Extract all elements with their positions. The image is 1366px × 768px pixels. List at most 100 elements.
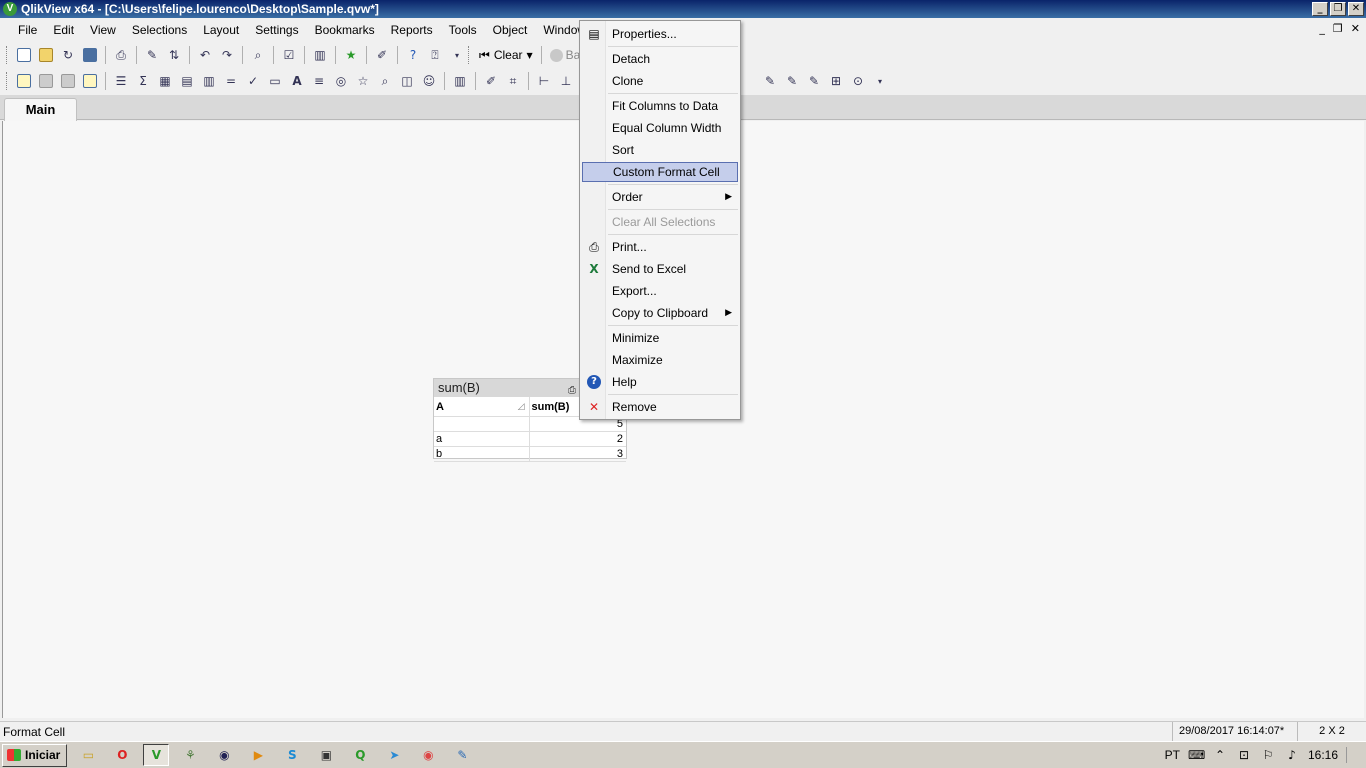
menu-reports[interactable]: Reports: [383, 19, 441, 42]
skype-taskbar-icon[interactable]: S: [279, 744, 305, 766]
sheet-properties-icon[interactable]: [80, 71, 100, 91]
document-properties-icon[interactable]: ✎: [760, 71, 780, 91]
bookmark-star-icon[interactable]: ★: [341, 45, 361, 65]
redo-icon[interactable]: ↷: [217, 45, 237, 65]
menu-selections[interactable]: Selections: [124, 19, 195, 42]
action-center-flag-icon[interactable]: ⚐: [1260, 747, 1276, 763]
taskbar-clock[interactable]: 16:16: [1308, 748, 1338, 762]
column-header-a[interactable]: A ◿: [434, 397, 530, 416]
opera-taskbar-icon[interactable]: O: [109, 744, 135, 766]
menu-item-remove[interactable]: ✕ Remove: [582, 397, 738, 417]
sheet-props-icon[interactable]: ✎: [782, 71, 802, 91]
menu-layout[interactable]: Layout: [195, 19, 247, 42]
menu-item-equal-width[interactable]: Equal Column Width: [582, 118, 738, 138]
toolbar-overflow-icon[interactable]: ▾: [447, 45, 467, 65]
table-cell[interactable]: a: [434, 432, 530, 446]
container-icon[interactable]: ◫: [397, 71, 417, 91]
menu-item-send-to-excel[interactable]: X Send to Excel: [582, 259, 738, 279]
design-mode-icon[interactable]: ✐: [372, 45, 392, 65]
slider-icon[interactable]: ◎: [331, 71, 351, 91]
menu-item-help[interactable]: ? Help: [582, 372, 738, 392]
clear-button[interactable]: ⏮ Clear ▼: [475, 48, 537, 63]
menu-view[interactable]: View: [82, 19, 124, 42]
custom-object-icon[interactable]: ☺: [419, 71, 439, 91]
toolbar-overflow-icon-2[interactable]: ▾: [870, 71, 890, 91]
chart-icon[interactable]: ▥: [199, 71, 219, 91]
show-desktop-icon[interactable]: [1346, 747, 1362, 763]
qlik-sense-taskbar-icon[interactable]: Q: [347, 744, 373, 766]
toolbar-grip[interactable]: [6, 46, 9, 64]
align-center-icon[interactable]: ⊥: [556, 71, 576, 91]
explorer-taskbar-icon[interactable]: ▭: [75, 744, 101, 766]
undo-icon[interactable]: ↶: [195, 45, 215, 65]
mdi-close-icon[interactable]: ✕: [1351, 22, 1360, 35]
menu-item-copy-to-clipboard[interactable]: Copy to Clipboard ▶: [582, 303, 738, 323]
statistics-box-icon[interactable]: Σ: [133, 71, 153, 91]
menu-item-print[interactable]: ⎙ Print...: [582, 237, 738, 257]
edit-module-icon[interactable]: ✎: [804, 71, 824, 91]
menu-item-export[interactable]: Export...: [582, 281, 738, 301]
show-hidden-icons-icon[interactable]: ⌃: [1212, 747, 1228, 763]
table-viewer-icon[interactable]: ⊞: [826, 71, 846, 91]
demote-sheet-icon[interactable]: [58, 71, 78, 91]
menu-item-order[interactable]: Order ▶: [582, 187, 738, 207]
mdi-restore-icon[interactable]: ❐: [1333, 22, 1343, 35]
tab-main[interactable]: Main: [4, 98, 77, 121]
promote-sheet-icon[interactable]: [36, 71, 56, 91]
line-arrow-icon[interactable]: ≡: [309, 71, 329, 91]
table-cell[interactable]: b: [434, 447, 530, 461]
toolbar-grip-2[interactable]: [468, 46, 471, 64]
media-player-taskbar-icon[interactable]: ▶: [245, 744, 271, 766]
format-painter-icon[interactable]: ✐: [481, 71, 501, 91]
network-icon[interactable]: ⊡: [1236, 747, 1252, 763]
mdi-minimize-icon[interactable]: _: [1319, 22, 1325, 35]
terminal-taskbar-icon[interactable]: ▣: [313, 744, 339, 766]
menu-tools[interactable]: Tools: [441, 19, 485, 42]
input-box-icon[interactable]: =: [221, 71, 241, 91]
menu-item-maximize[interactable]: Maximize: [582, 350, 738, 370]
reload-icon[interactable]: ↻: [58, 45, 78, 65]
menu-file[interactable]: File: [10, 19, 45, 42]
align-left-icon[interactable]: ⊢: [534, 71, 554, 91]
table-box-icon[interactable]: ▦: [155, 71, 175, 91]
save-icon[interactable]: [80, 45, 100, 65]
menu-edit[interactable]: Edit: [45, 19, 82, 42]
bookmark-object-icon[interactable]: ☆: [353, 71, 373, 91]
menu-item-custom-format-cell[interactable]: Custom Format Cell: [582, 162, 738, 182]
start-button[interactable]: Iniciar: [2, 743, 68, 767]
server-objects-icon[interactable]: ▥: [450, 71, 470, 91]
new-chart-icon[interactable]: ▥: [310, 45, 330, 65]
search-icon[interactable]: ⌕: [248, 45, 268, 65]
table-cell[interactable]: 3: [530, 447, 627, 461]
menu-bookmarks[interactable]: Bookmarks: [307, 19, 383, 42]
table-cell[interactable]: 2: [530, 432, 627, 446]
keepass-taskbar-icon[interactable]: ◉: [211, 744, 237, 766]
new-document-icon[interactable]: [14, 45, 34, 65]
button-object-icon[interactable]: ▭: [265, 71, 285, 91]
chrome-taskbar-icon[interactable]: ◉: [415, 744, 441, 766]
qlikview-app-icon[interactable]: V: [3, 2, 17, 16]
menu-item-clone[interactable]: Clone: [582, 71, 738, 91]
network-taskbar-icon[interactable]: ⚘: [177, 744, 203, 766]
telegram-taskbar-icon[interactable]: ➤: [381, 744, 407, 766]
listbox-icon[interactable]: ☰: [111, 71, 131, 91]
restore-window-button[interactable]: ❐: [1330, 2, 1346, 16]
context-help-icon[interactable]: ⍰: [425, 45, 445, 65]
menu-settings[interactable]: Settings: [247, 19, 306, 42]
print-caption-icon[interactable]: ⎙: [568, 382, 576, 400]
language-indicator[interactable]: PT: [1165, 748, 1180, 762]
close-window-button[interactable]: ✕: [1348, 2, 1364, 16]
print-icon[interactable]: ⎙: [111, 45, 131, 65]
table-cell[interactable]: [434, 417, 530, 431]
menu-item-detach[interactable]: Detach: [582, 49, 738, 69]
menu-item-minimize[interactable]: Minimize: [582, 328, 738, 348]
multibox-icon[interactable]: ▤: [177, 71, 197, 91]
open-folder-icon[interactable]: [36, 45, 56, 65]
text-object-icon[interactable]: A: [287, 71, 307, 91]
chevron-down-icon[interactable]: ▼: [527, 51, 533, 60]
alerts-icon[interactable]: ⊙: [848, 71, 868, 91]
paint-taskbar-icon[interactable]: ✎: [449, 744, 475, 766]
volume-icon[interactable]: ♪: [1284, 747, 1300, 763]
select-fields-icon[interactable]: ☑: [279, 45, 299, 65]
add-sheet-icon[interactable]: [14, 71, 34, 91]
